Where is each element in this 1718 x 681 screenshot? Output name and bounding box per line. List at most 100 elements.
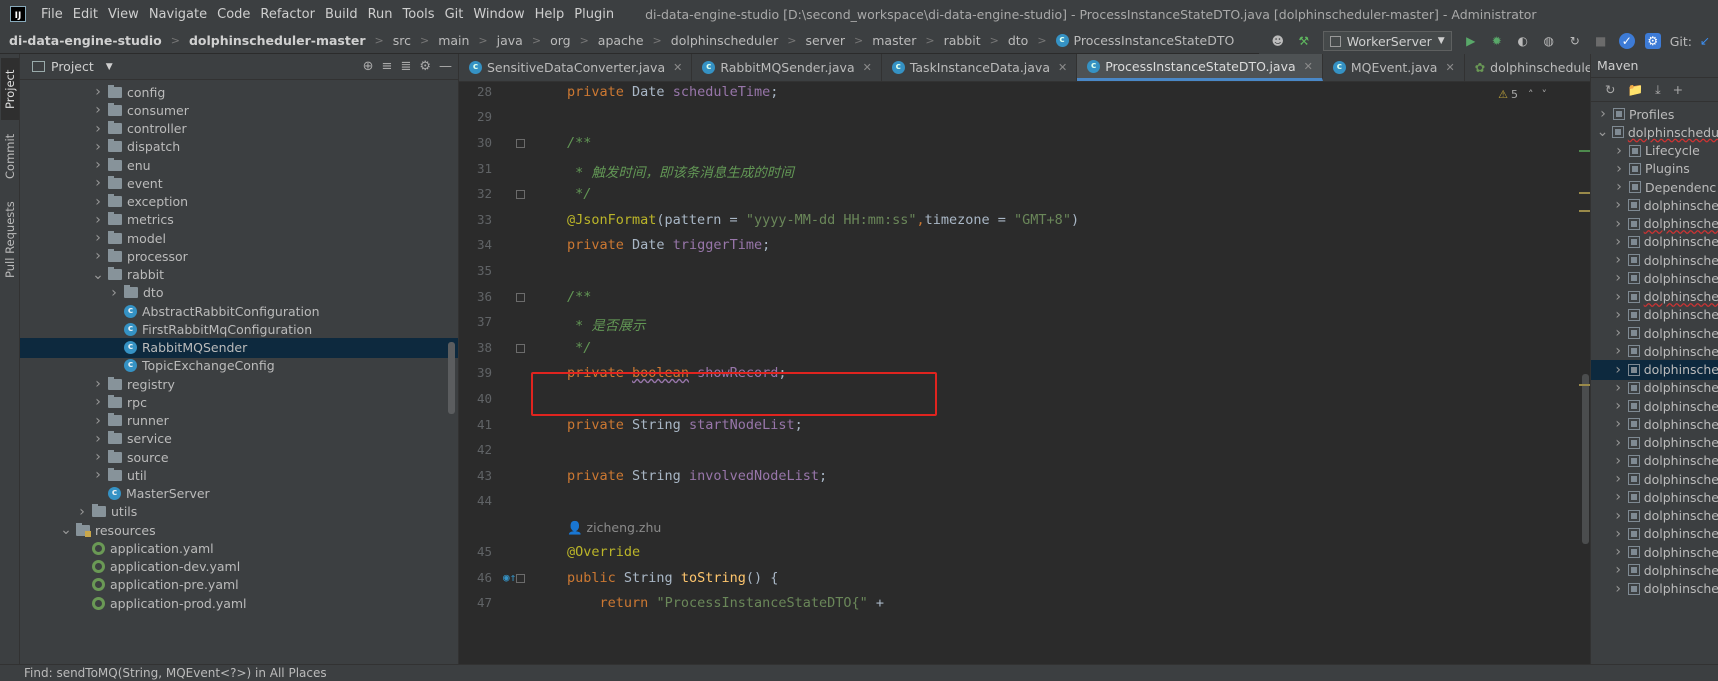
- fold-marker-icon[interactable]: [516, 190, 525, 199]
- user-icon[interactable]: ☻: [1270, 33, 1286, 49]
- breadcrumb-item[interactable]: di-data-engine-studio: [0, 33, 162, 48]
- chevron-down-icon[interactable]: ⌄: [60, 522, 72, 538]
- chevron-right-icon[interactable]: ›: [92, 394, 104, 410]
- build-hammer-icon[interactable]: ⚒: [1296, 33, 1312, 49]
- add-folder-icon[interactable]: 📁: [1627, 82, 1643, 98]
- maven-tree-item[interactable]: › dolphinsche: [1591, 341, 1718, 361]
- tree-item[interactable]: › metrics: [20, 210, 458, 230]
- menu-window[interactable]: Window: [468, 7, 529, 22]
- collapse-all-icon[interactable]: ≣: [400, 59, 411, 74]
- chevron-right-icon[interactable]: ›: [1612, 362, 1624, 378]
- tree-item[interactable]: › runner: [20, 411, 458, 431]
- menu-build[interactable]: Build: [320, 7, 363, 22]
- chevron-right-icon[interactable]: ›: [1612, 234, 1624, 250]
- tree-item[interactable]: ⌄ resources: [20, 520, 458, 540]
- chevron-right-icon[interactable]: ›: [1612, 325, 1624, 341]
- chevron-right-icon[interactable]: ›: [92, 248, 104, 264]
- editor-tab[interactable]: c RabbitMQSender.java ✕: [692, 54, 882, 81]
- chevron-right-icon[interactable]: ›: [92, 175, 104, 191]
- tree-item[interactable]: c FirstRabbitMqConfiguration: [20, 319, 458, 339]
- maven-tree-item[interactable]: › dolphinsche: [1591, 305, 1718, 325]
- maven-tree-item[interactable]: › Profiles: [1591, 104, 1718, 124]
- maven-tree-item[interactable]: › dolphinsche: [1591, 560, 1718, 580]
- find-status-text[interactable]: Find: sendToMQ(String, MQEvent<?>) in Al…: [24, 666, 327, 680]
- chevron-right-icon[interactable]: ›: [92, 102, 104, 118]
- chevron-right-icon[interactable]: ›: [1612, 270, 1624, 286]
- plugin-icon[interactable]: ⚙: [1644, 33, 1661, 49]
- chevron-right-icon[interactable]: ›: [92, 84, 104, 100]
- chevron-right-icon[interactable]: ›: [1612, 289, 1624, 305]
- maven-tree-item[interactable]: › dolphinsche: [1591, 323, 1718, 343]
- chevron-right-icon[interactable]: ›: [1613, 179, 1625, 195]
- menu-navigate[interactable]: Navigate: [144, 7, 212, 22]
- editor-tab[interactable]: ✿dolphinscheduler-mas: [1465, 54, 1590, 81]
- breadcrumb-item[interactable]: server: [796, 33, 845, 48]
- tree-item[interactable]: › util: [20, 465, 458, 485]
- chevron-right-icon[interactable]: ›: [1612, 343, 1624, 359]
- menu-help[interactable]: Help: [530, 7, 570, 22]
- maven-tree-item[interactable]: › dolphinsche: [1591, 250, 1718, 270]
- tree-item[interactable]: › dto: [20, 283, 458, 303]
- coverage-icon[interactable]: ◐: [1515, 33, 1531, 49]
- menu-plugin[interactable]: Plugin: [569, 7, 619, 22]
- chevron-right-icon[interactable]: ›: [92, 449, 104, 465]
- chevron-right-icon[interactable]: ›: [92, 376, 104, 392]
- tree-item[interactable]: › model: [20, 228, 458, 248]
- locate-icon[interactable]: ⊕: [363, 59, 374, 74]
- breadcrumb-item[interactable]: apache: [589, 33, 644, 48]
- chevron-right-icon[interactable]: ›: [92, 413, 104, 429]
- breadcrumb-item[interactable]: src: [384, 33, 411, 48]
- run-configuration-select[interactable]: WorkerServer ▼: [1322, 31, 1452, 51]
- gear-icon[interactable]: ⚙: [419, 59, 431, 74]
- code-author-hint[interactable]: 👤 zicheng.zhu: [567, 520, 661, 536]
- maven-tree-item[interactable]: › dolphinsche: [1591, 451, 1718, 471]
- maven-tree-item[interactable]: › dolphinsche: [1591, 433, 1718, 453]
- maven-tree-item[interactable]: › Lifecycle: [1591, 141, 1718, 161]
- tree-item[interactable]: › registry: [20, 374, 458, 394]
- maven-tree-item[interactable]: › dolphinsche: [1591, 579, 1718, 599]
- chevron-right-icon[interactable]: ›: [92, 139, 104, 155]
- menu-git[interactable]: Git: [440, 7, 469, 22]
- tree-item[interactable]: › processor: [20, 246, 458, 266]
- tree-item[interactable]: c TopicExchangeConfig: [20, 356, 458, 376]
- breadcrumb-item[interactable]: dolphinscheduler: [662, 33, 778, 48]
- tab-commit[interactable]: Commit: [1, 126, 19, 186]
- code-editor[interactable]: ⚠ 5 ˄ ˅ 28 29 30 31 32 33 34 35 36 37 38 39…: [459, 82, 1591, 664]
- run-icon[interactable]: ▶: [1463, 33, 1479, 49]
- maven-tree-item[interactable]: › dolphinsche: [1591, 359, 1718, 380]
- chevron-right-icon[interactable]: ›: [92, 194, 104, 210]
- chevron-right-icon[interactable]: ›: [1612, 544, 1624, 560]
- maven-tree-item[interactable]: › dolphinsche: [1591, 378, 1718, 398]
- tree-item[interactable]: › utils: [20, 502, 458, 522]
- profile-icon[interactable]: ◍: [1541, 33, 1557, 49]
- tree-item[interactable]: application-prod.yaml: [20, 593, 458, 613]
- menu-run[interactable]: Run: [363, 7, 398, 22]
- maven-tree-item[interactable]: › dolphinsche: [1591, 469, 1718, 489]
- tree-item[interactable]: ⌄ rabbit: [20, 265, 458, 285]
- chevron-right-icon[interactable]: ›: [1613, 143, 1625, 159]
- chevron-right-icon[interactable]: ›: [1612, 562, 1624, 578]
- stop-icon[interactable]: ■: [1593, 33, 1609, 49]
- breadcrumb-item[interactable]: rabbit: [935, 33, 981, 48]
- tree-item[interactable]: › rpc: [20, 392, 458, 412]
- chevron-right-icon[interactable]: ›: [92, 230, 104, 246]
- chevron-right-icon[interactable]: ›: [1597, 106, 1609, 122]
- maven-tree-item[interactable]: › Plugins: [1591, 159, 1718, 179]
- chevron-down-icon[interactable]: ⌄: [92, 267, 104, 283]
- maven-tree-item[interactable]: › dolphinsche: [1591, 506, 1718, 526]
- chevron-right-icon[interactable]: ›: [76, 504, 88, 520]
- reload-icon[interactable]: ↻: [1605, 82, 1615, 97]
- editor-tab[interactable]: c MQEvent.java ✕: [1323, 54, 1465, 81]
- chevron-right-icon[interactable]: ›: [1612, 216, 1624, 232]
- chevron-right-icon[interactable]: ›: [1612, 380, 1624, 396]
- tree-item[interactable]: c AbstractRabbitConfiguration: [20, 301, 458, 321]
- chevron-right-icon[interactable]: ›: [92, 431, 104, 447]
- chevron-down-icon[interactable]: ⌄: [1597, 124, 1609, 140]
- breadcrumb-item[interactable]: dto: [999, 33, 1028, 48]
- tab-pull-requests[interactable]: Pull Requests: [1, 196, 19, 284]
- tree-item[interactable]: › consumer: [20, 100, 458, 120]
- close-icon[interactable]: ✕: [1058, 61, 1067, 74]
- breadcrumb-item[interactable]: java: [488, 33, 523, 48]
- maven-tree-item[interactable]: › dolphinsche: [1591, 487, 1718, 507]
- close-icon[interactable]: ✕: [1445, 61, 1454, 74]
